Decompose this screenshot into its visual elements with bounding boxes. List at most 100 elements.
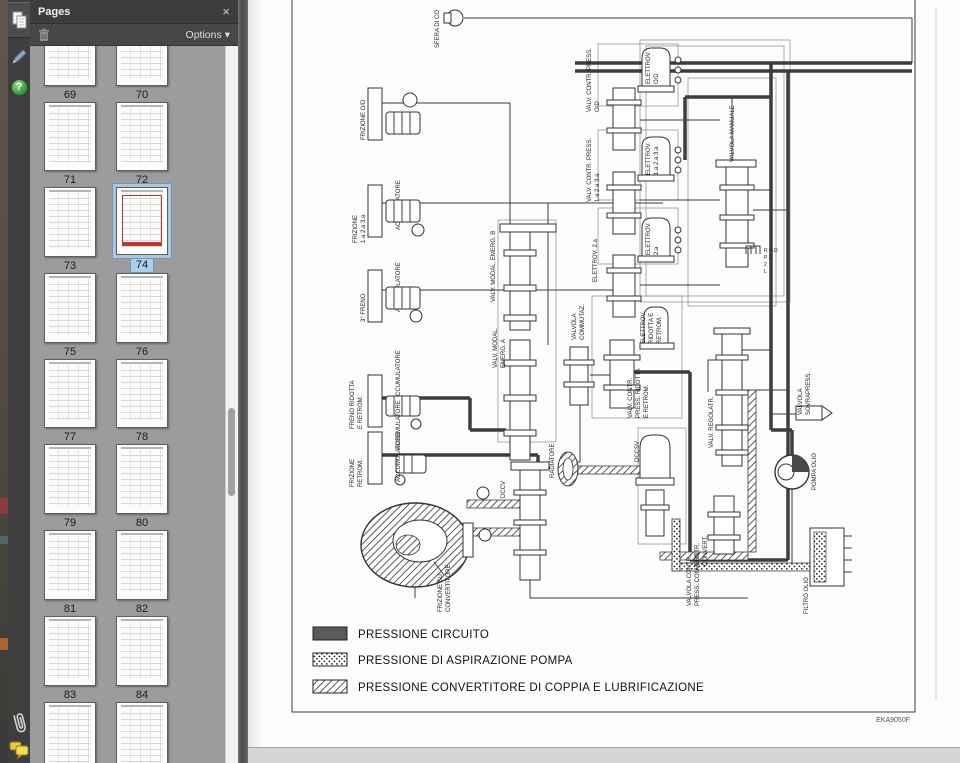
current-view-box bbox=[122, 195, 162, 247]
page-thumbnail[interactable]: 81 bbox=[44, 530, 96, 616]
page-thumbnail[interactable] bbox=[44, 701, 96, 763]
page-thumbnail[interactable]: 77 bbox=[44, 358, 96, 445]
label-freno-ridotta: FRENO RIDOTTA bbox=[350, 380, 356, 429]
label-valvola-sovrapress: SOVRAPRESS. bbox=[806, 372, 812, 415]
label-elettrov-od: ELETTROV. bbox=[646, 51, 652, 84]
label-frizione-123: 1.a 2.a 3.a bbox=[361, 214, 367, 243]
background-speck bbox=[0, 498, 8, 514]
label-selector: R N D bbox=[764, 248, 778, 254]
page-number: 83 bbox=[63, 688, 77, 701]
comments-panel-button[interactable] bbox=[8, 740, 30, 763]
page-thumbnail[interactable]: 83 bbox=[44, 615, 96, 702]
label-valv-modal-b: VALV. MODAL. EMERG. B bbox=[491, 231, 497, 302]
attachments-panel-button[interactable] bbox=[8, 706, 30, 740]
legend-swatch-suction bbox=[312, 652, 348, 667]
page-thumbnail[interactable]: 73 bbox=[44, 187, 96, 273]
page-number: 81 bbox=[63, 602, 77, 615]
page-number: 71 bbox=[63, 174, 77, 187]
label-dccsv: DCCSV bbox=[635, 441, 641, 462]
sign-panel-button[interactable] bbox=[8, 40, 30, 74]
label-elettrov-ridotta: RIDOTTA E bbox=[649, 313, 655, 344]
radiator bbox=[557, 451, 579, 487]
suction-lines bbox=[671, 518, 819, 572]
label-3-freno: 3° FRENO bbox=[361, 293, 367, 322]
thumbnail-grid: 69 70 71 72 73 74 75 76 77 78 79 80 81 8… bbox=[30, 46, 225, 763]
label-elettrov-od: O/D bbox=[654, 73, 660, 84]
page-bottom-gap bbox=[248, 747, 960, 763]
help-icon: ? bbox=[10, 78, 28, 96]
control-sphere bbox=[443, 9, 464, 27]
page-thumbnail[interactable]: 70 bbox=[116, 46, 168, 102]
label-vcp-od: O/D bbox=[595, 101, 601, 112]
navigation-rail: ? bbox=[8, 0, 30, 763]
label-vcp-ridotta: PRESS. RIDOTTA bbox=[636, 368, 642, 418]
gauge bbox=[478, 528, 492, 542]
clutch-frizione-od bbox=[367, 87, 421, 141]
legend-label-circuit: PRESSIONE CIRCUITO bbox=[358, 629, 489, 641]
page-thumbnail[interactable]: 71 bbox=[44, 101, 96, 188]
trash-icon[interactable] bbox=[38, 28, 50, 42]
page-thumbnail[interactable]: 72 bbox=[116, 101, 168, 188]
label-valvola-sovrapress: VALVOLA bbox=[798, 389, 804, 415]
manual-valve bbox=[715, 159, 761, 268]
pages-icon bbox=[12, 11, 26, 28]
label-elettrov-2a: ELETTROV. 2.a bbox=[593, 239, 599, 282]
page-number: 79 bbox=[63, 517, 77, 530]
options-menu-button[interactable]: Options ▾ bbox=[186, 29, 230, 41]
label-selector: 2 bbox=[764, 262, 767, 268]
brake-ridotta-retrom bbox=[367, 374, 422, 430]
page-thumbnail[interactable]: 69 bbox=[44, 46, 96, 102]
panel-splitter[interactable] bbox=[238, 0, 248, 763]
converter-pressure-control-valve bbox=[707, 495, 741, 555]
label-accumulatore: ACCUMULATORE bbox=[396, 350, 402, 400]
label-freno-ridotta: E RETROM. bbox=[358, 395, 364, 429]
page-number: 69 bbox=[63, 88, 77, 101]
page-thumbnail[interactable]: 79 bbox=[44, 444, 96, 530]
label-selector: L bbox=[764, 269, 767, 275]
label-accumulatore: ACCUMULATORE bbox=[396, 432, 402, 482]
page-thumbnail[interactable]: 75 bbox=[44, 273, 96, 359]
label-valv-modal-a: EMERG. A bbox=[501, 339, 507, 368]
page-number: 82 bbox=[135, 602, 149, 615]
label-valv-regolatr: VALV. REGOLATR. bbox=[709, 396, 715, 448]
torque-converter bbox=[360, 502, 474, 588]
pen-icon bbox=[12, 49, 27, 64]
label-frizione-od: FRIZIONE O/D bbox=[361, 99, 367, 140]
chevron-down-icon: ▾ bbox=[224, 28, 230, 41]
page-thumbnail[interactable]: 78 bbox=[116, 358, 168, 445]
label-valvola-manuale: VALVOLA MANUALE bbox=[730, 105, 736, 162]
page-thumbnail-selected[interactable]: 74 bbox=[116, 187, 168, 274]
scrollbar-thumb[interactable] bbox=[228, 408, 235, 496]
oil-pump bbox=[774, 454, 810, 490]
dccv-valve bbox=[510, 461, 550, 581]
paperclip-icon bbox=[13, 713, 26, 733]
page-number: 80 bbox=[135, 517, 149, 530]
help-button[interactable]: ? bbox=[8, 70, 30, 104]
page-number: 70 bbox=[135, 88, 149, 101]
label-valvola-cpc: VALVOLA CONTR. bbox=[687, 555, 693, 606]
label-radiatore: RADIATORE bbox=[550, 444, 556, 478]
pages-panel-header: Pages × bbox=[30, 0, 238, 24]
label-frizione-convertitore: FRIZIONE SU bbox=[438, 574, 444, 612]
background-speck bbox=[0, 536, 8, 544]
page-number: 72 bbox=[135, 174, 149, 187]
page-thumbnail[interactable]: 76 bbox=[116, 273, 168, 359]
close-icon[interactable]: × bbox=[222, 5, 230, 18]
page-number: 77 bbox=[63, 431, 77, 444]
brake-3-freno bbox=[367, 269, 423, 323]
label-valvola-commutaz: VALVOLA bbox=[572, 314, 578, 340]
legend: PRESSIONE CIRCUITO PRESSIONE DI ASPIRAZI… bbox=[312, 626, 704, 694]
label-filtro-olio: FILTRO OLIO bbox=[804, 577, 810, 614]
pages-panel-toolbar: Options ▾ bbox=[30, 24, 238, 46]
oil-filter bbox=[809, 527, 852, 587]
background-speck bbox=[0, 638, 8, 650]
label-selector: P 3 bbox=[764, 255, 772, 261]
thumbnail-scrollbar[interactable] bbox=[225, 46, 238, 763]
page-thumbnail[interactable]: 82 bbox=[116, 530, 168, 616]
pages-panel-button[interactable] bbox=[8, 2, 30, 38]
page-thumbnail[interactable] bbox=[116, 701, 168, 763]
page-thumbnail[interactable]: 80 bbox=[116, 444, 168, 530]
page-thumbnail[interactable]: 84 bbox=[116, 615, 168, 702]
comments-icon bbox=[9, 741, 29, 759]
label-dccv: DCCV bbox=[501, 481, 507, 498]
